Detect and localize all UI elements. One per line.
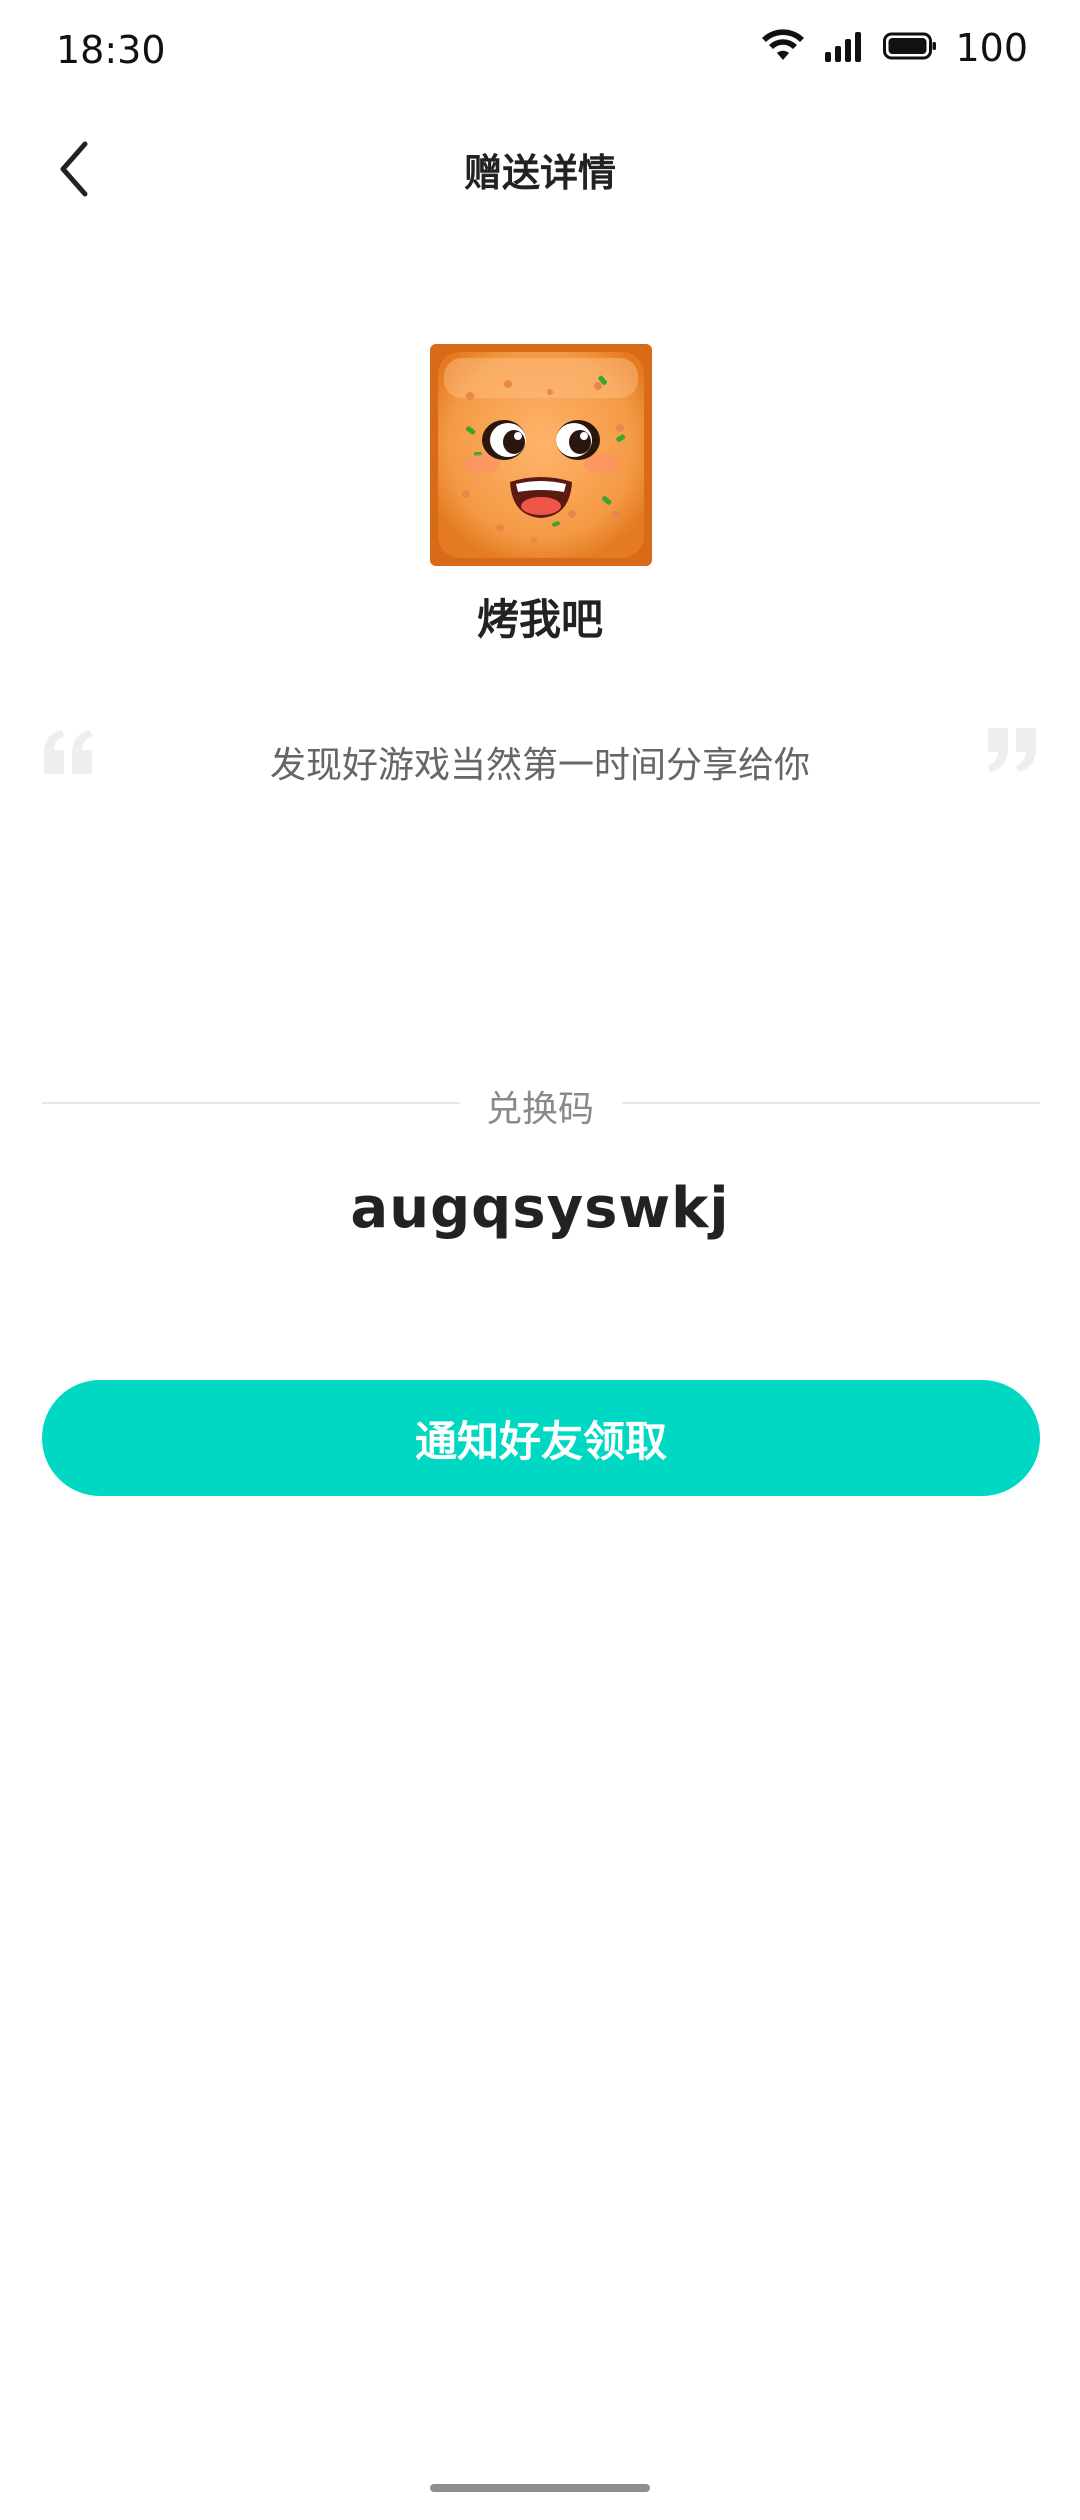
notify-friend-button[interactable]: 通知好友领取 (42, 1380, 1040, 1496)
cracker-face-icon (430, 344, 652, 566)
battery-level: 100 (955, 26, 1028, 70)
redeem-code-label: 兑换码 (485, 1089, 594, 1130)
page-title: 赠送详情 (463, 151, 616, 195)
signal-icon (823, 30, 865, 66)
divider (622, 1102, 1040, 1104)
header: 赠送详情 (0, 120, 1080, 220)
wifi-icon (761, 28, 805, 68)
gift-message: 发现好游戏当然第一时间分享给你 (269, 745, 810, 786)
redeem-code-value[interactable]: augqsyswkj (0, 1176, 1080, 1241)
status-icons: 100 (761, 26, 1028, 70)
status-time: 18:30 (56, 28, 166, 72)
home-indicator[interactable] (430, 2484, 650, 2492)
open-quote-icon (40, 728, 98, 778)
battery-icon (883, 31, 937, 65)
game-name: 烤我吧 (476, 595, 603, 644)
close-quote-icon (982, 728, 1040, 778)
status-bar: 18:30 100 (0, 0, 1080, 100)
